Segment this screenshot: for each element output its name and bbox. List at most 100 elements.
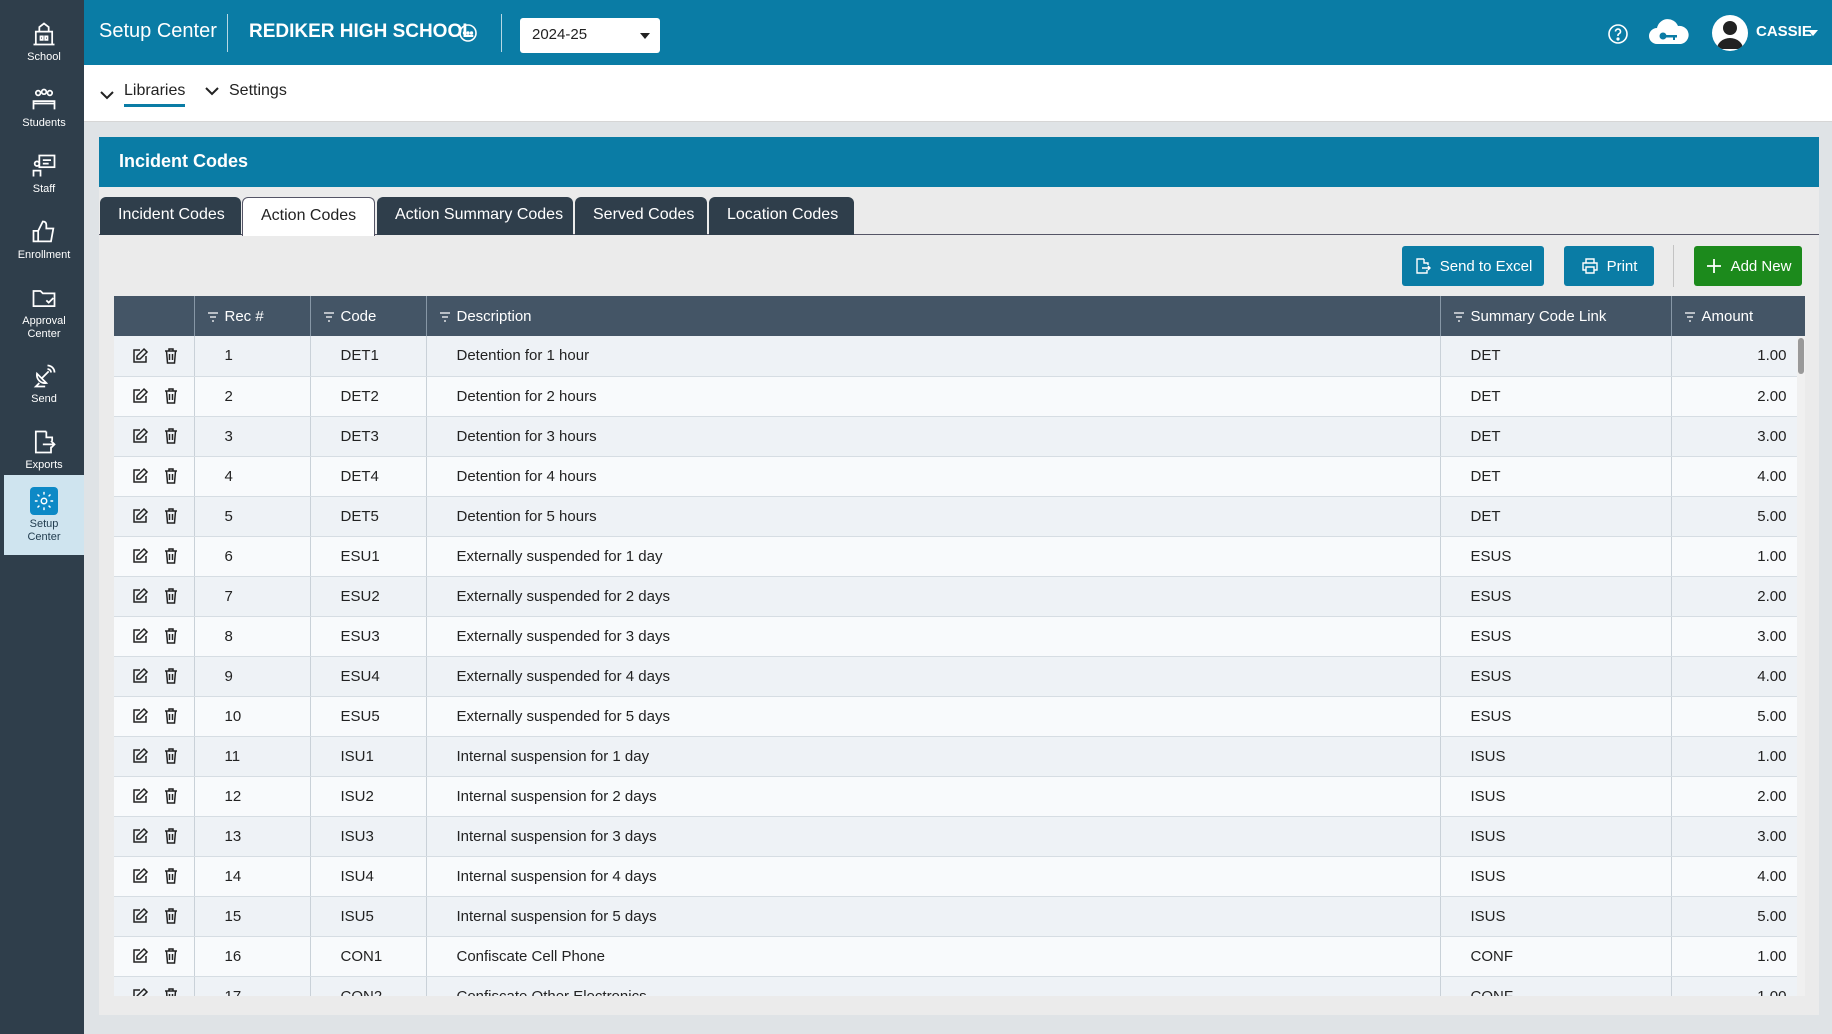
tab-action-codes[interactable]: Action Codes [242,197,375,236]
edit-icon[interactable] [131,547,149,565]
edit-icon[interactable] [131,587,149,605]
table-row[interactable]: 5 DET5 Detention for 5 hours DET 5.00 [114,496,1805,537]
print-button[interactable]: Print [1564,246,1654,286]
cell-code: ESU1 [310,536,427,577]
table-row[interactable]: 4 DET4 Detention for 4 hours DET 4.00 [114,456,1805,497]
edit-icon[interactable] [131,747,149,765]
table-row[interactable]: 7 ESU2 Externally suspended for 2 days ESUS… [114,576,1805,617]
send-to-excel-button[interactable]: Send to Excel [1402,246,1544,286]
avatar[interactable] [1712,15,1748,51]
table-row[interactable]: 6 ESU1 Externally suspended for 1 day ESUS 1… [114,536,1805,577]
sidebar-item-students[interactable]: Students [4,76,84,140]
delete-icon[interactable] [162,387,180,405]
printer-icon [1581,258,1598,274]
school-year-select[interactable]: 2024-25 [520,18,660,53]
edit-icon[interactable] [131,387,149,405]
table-row[interactable]: 14 ISU4 Internal suspension for 4 days ISUS… [114,856,1805,897]
table-row[interactable]: 3 DET3 Detention for 3 hours DET 3.00 [114,416,1805,457]
cell-description: Internal suspension for 2 days [426,776,1441,817]
edit-icon[interactable] [131,947,149,965]
edit-icon[interactable] [131,987,149,996]
edit-icon[interactable] [131,787,149,805]
table-row[interactable]: 15 ISU5 Internal suspension for 5 days ISUS… [114,896,1805,937]
delete-icon[interactable] [162,547,180,565]
sidebar-item-send[interactable]: Send [4,352,84,416]
edit-icon[interactable] [131,867,149,885]
delete-icon[interactable] [162,987,180,996]
column-header-summary-code-link[interactable]: Summary Code Link [1440,296,1672,336]
table-row[interactable]: 1 DET1 Detention for 1 hour DET 1.00 [114,336,1805,377]
delete-icon[interactable] [162,827,180,845]
table-row[interactable]: 13 ISU3 Internal suspension for 3 days ISUS… [114,816,1805,857]
delete-icon[interactable] [162,907,180,925]
table-row[interactable]: 16 CON1 Confiscate Cell Phone CONF 1.00 [114,936,1805,977]
delete-icon[interactable] [162,627,180,645]
table-scrollbar[interactable] [1797,336,1805,996]
table-row[interactable]: 10 ESU5 Externally suspended for 5 days ESU… [114,696,1805,737]
cell-summary-code-link: ESUS [1440,616,1672,657]
sidebar-item-enrollment[interactable]: Enrollment [4,208,84,272]
table-row[interactable]: 2 DET2 Detention for 2 hours DET 2.00 [114,376,1805,417]
cell-summary-code-link: DET [1440,456,1672,497]
table-row[interactable]: 9 ESU4 Externally suspended for 4 days ESUS… [114,656,1805,697]
sidebar-item-label: Approval Center [22,314,66,340]
edit-icon[interactable] [131,827,149,845]
delete-icon[interactable] [162,787,180,805]
sidebar-item-exports[interactable]: Exports [4,418,84,482]
edit-icon[interactable] [131,507,149,525]
edit-icon[interactable] [131,667,149,685]
delete-icon[interactable] [162,947,180,965]
help-icon[interactable] [1607,23,1629,45]
cell-code: DET1 [310,336,427,377]
chevron-down-icon [100,90,114,99]
sidebar-item-setup-center[interactable]: Setup Center [4,475,84,555]
more-options-icon[interactable] [458,23,478,43]
table-row[interactable]: 12 ISU2 Internal suspension for 2 days ISUS… [114,776,1805,817]
user-name[interactable]: CASSIE [1756,23,1812,40]
nav-libraries[interactable]: Libraries [98,82,186,107]
delete-icon[interactable] [162,867,180,885]
edit-icon[interactable] [131,427,149,445]
delete-icon[interactable] [162,347,180,365]
edit-icon[interactable] [131,707,149,725]
nav-settings[interactable]: Settings [203,82,287,100]
edit-icon[interactable] [131,467,149,485]
delete-icon[interactable] [162,667,180,685]
sidebar-item-school[interactable]: School [4,10,84,74]
tab-location-codes[interactable]: Location Codes [709,197,854,235]
cell-code: DET5 [310,496,427,537]
cell-description: Internal suspension for 5 days [426,896,1441,937]
cloud-key-icon[interactable] [1647,18,1691,48]
edit-icon[interactable] [131,627,149,645]
tab-served-codes[interactable]: Served Codes [575,197,707,235]
edit-icon[interactable] [131,347,149,365]
column-header-amount[interactable]: Amount [1671,296,1805,336]
scroll-thumb[interactable] [1798,338,1804,374]
edit-icon[interactable] [131,907,149,925]
delete-icon[interactable] [162,427,180,445]
delete-icon[interactable] [162,507,180,525]
column-header-rec[interactable]: Rec # [194,296,311,336]
school-name[interactable]: REDIKER HIGH SCHOOL [249,21,474,43]
column-header-description[interactable]: Description [426,296,1441,336]
sidebar-item-approval-center[interactable]: Approval Center [4,274,84,350]
delete-icon[interactable] [162,707,180,725]
cell-rec: 15 [194,896,311,937]
cell-rec: 6 [194,536,311,577]
tab-action-summary-codes[interactable]: Action Summary Codes [377,197,573,235]
delete-icon[interactable] [162,747,180,765]
table-row[interactable]: 11 ISU1 Internal suspension for 1 day ISUS 1… [114,736,1805,777]
cell-rec: 14 [194,856,311,897]
sidebar-item-staff[interactable]: Staff [4,142,84,206]
table-row[interactable]: 8 ESU3 Externally suspended for 3 days ESUS… [114,616,1805,657]
app-title: Setup Center [99,20,217,42]
tab-incident-codes[interactable]: Incident Codes [100,197,241,235]
add-new-button[interactable]: Add New [1694,246,1802,286]
cell-rec: 1 [194,336,311,377]
delete-icon[interactable] [162,467,180,485]
delete-icon[interactable] [162,587,180,605]
sidebar-item-label: School [27,51,61,63]
column-header-code[interactable]: Code [310,296,427,336]
caret-down-icon[interactable] [1808,30,1818,36]
table-row[interactable]: 17 CON2 Confiscate Other Electronics CONF 1.… [114,976,1805,996]
